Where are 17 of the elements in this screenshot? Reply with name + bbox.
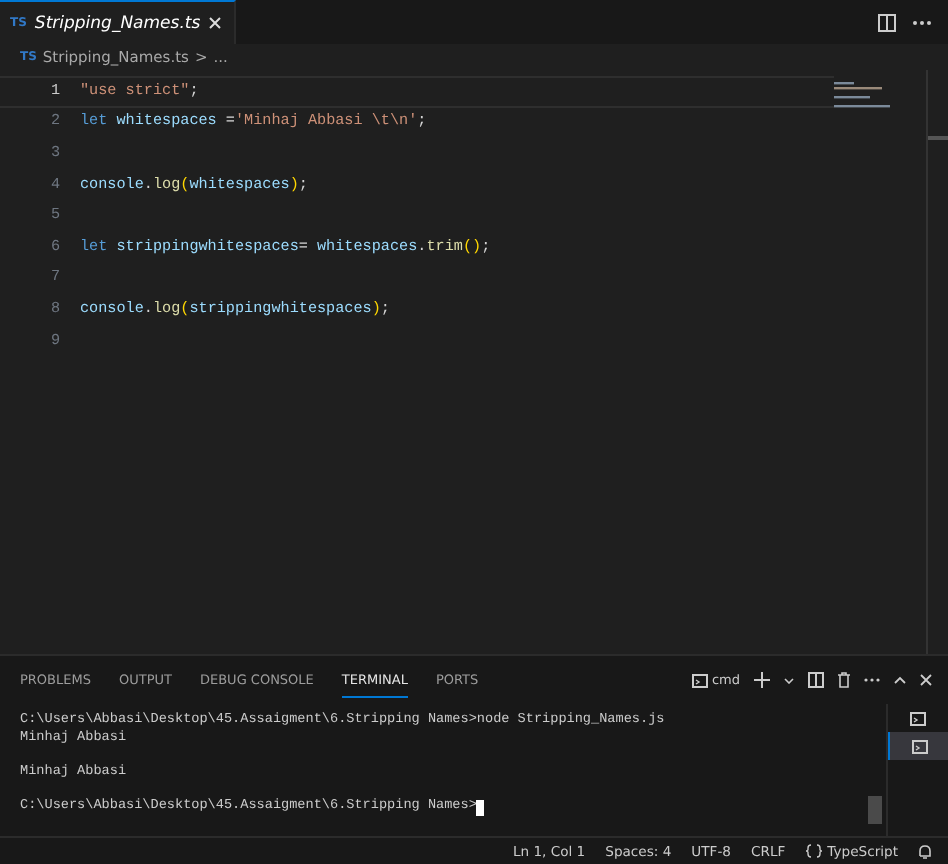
terminal-list-item[interactable] bbox=[888, 732, 948, 760]
terminal-icon bbox=[691, 673, 708, 687]
terminal-icon bbox=[911, 739, 927, 753]
scrollbar-thumb[interactable] bbox=[868, 796, 882, 824]
braces-icon bbox=[805, 844, 822, 858]
plus-icon[interactable] bbox=[754, 672, 770, 688]
split-editor-icon[interactable] bbox=[878, 13, 896, 31]
close-icon[interactable] bbox=[920, 674, 932, 686]
scrollbar-thumb[interactable] bbox=[928, 136, 948, 140]
chevron-down-icon[interactable] bbox=[784, 677, 794, 683]
split-terminal-icon[interactable] bbox=[808, 672, 824, 688]
terminal-icon bbox=[910, 711, 926, 725]
chevron-up-icon[interactable] bbox=[894, 676, 906, 684]
more-icon[interactable] bbox=[912, 19, 932, 25]
close-icon[interactable] bbox=[208, 16, 223, 30]
bell-icon[interactable] bbox=[918, 843, 932, 859]
trash-icon[interactable] bbox=[838, 672, 850, 688]
